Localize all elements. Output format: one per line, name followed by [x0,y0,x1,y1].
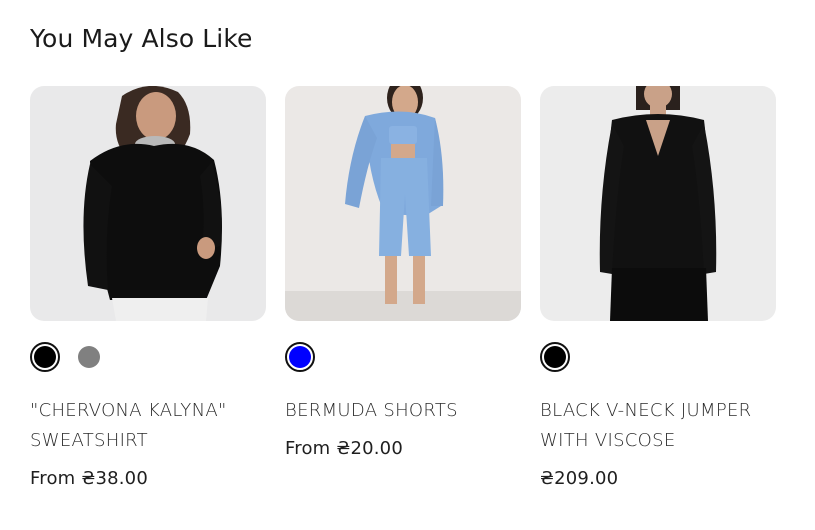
product-image [30,86,266,321]
swatch-dot [289,346,311,368]
color-swatch-black[interactable] [540,342,570,372]
color-swatches [285,342,521,372]
product-name-line1: BLACK V-NECK JUMPER [540,400,752,421]
product-image [540,86,776,321]
product-card[interactable]: BLACK V-NECK JUMPER WITH VISCOSE ₴209.00 [540,86,776,493]
color-swatch-gray[interactable] [74,342,104,372]
product-name-line2: WITH VISCOSE [540,430,676,451]
color-swatch-blue[interactable] [285,342,315,372]
product-image [285,86,521,321]
product-image-link[interactable] [30,86,266,321]
product-price: From ₴38.00 [30,468,148,489]
product-name[interactable]: BERMUDA SHORTS [285,396,521,426]
product-image-link[interactable] [540,86,776,321]
section-title: You May Also Like [30,24,253,53]
color-swatches [30,342,266,372]
swatch-dot [544,346,566,368]
product-name-line1: "CHERVONA KALYNA" [30,400,227,421]
color-swatches [540,342,776,372]
color-swatch-black[interactable] [30,342,60,372]
swatch-dot [34,346,56,368]
product-name-line1: BERMUDA SHORTS [285,400,458,421]
swatch-dot [78,346,100,368]
product-image-link[interactable] [285,86,521,321]
product-name[interactable]: BLACK V-NECK JUMPER WITH VISCOSE [540,396,776,456]
product-price: ₴209.00 [540,468,619,489]
product-price: From ₴20.00 [285,438,403,459]
product-card[interactable]: BERMUDA SHORTS From ₴20.00 [285,86,521,463]
product-card[interactable]: "CHERVONA KALYNA" SWEATSHIRT From ₴38.00 [30,86,266,493]
product-name[interactable]: "CHERVONA KALYNA" SWEATSHIRT [30,396,266,456]
product-name-line2: SWEATSHIRT [30,430,148,451]
